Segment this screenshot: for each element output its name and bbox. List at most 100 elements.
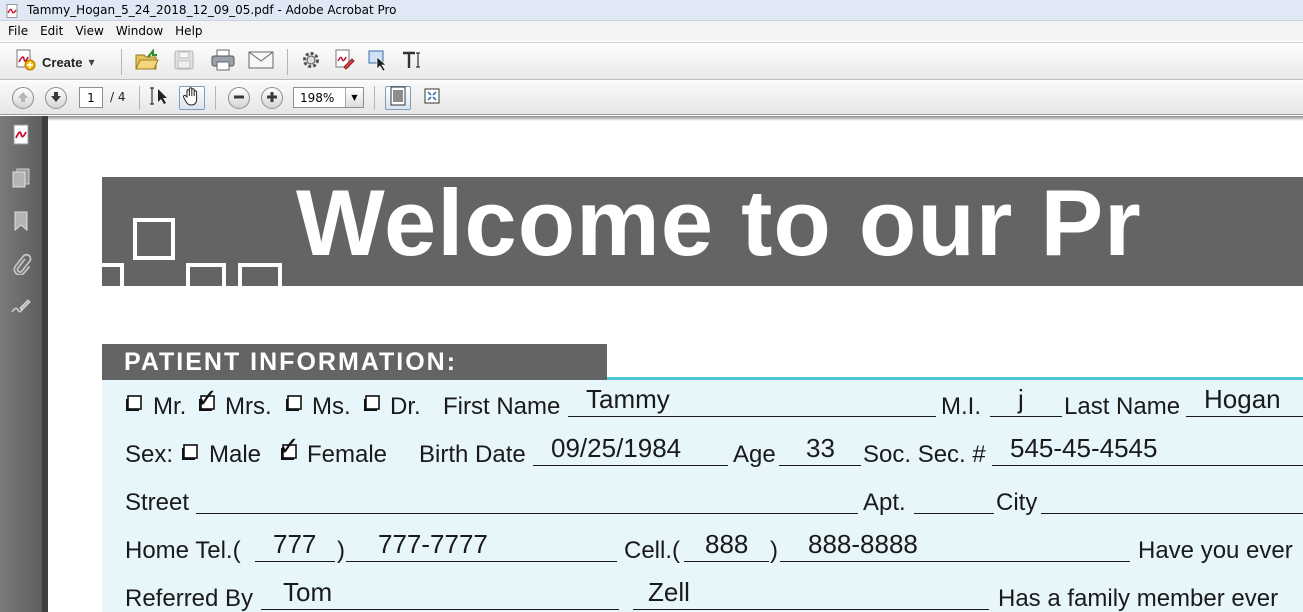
cell-area-code-field[interactable]: 888 bbox=[705, 529, 748, 560]
chevron-down-icon: ▼ bbox=[351, 93, 358, 102]
create-label: Create bbox=[42, 54, 83, 70]
label-ssn: Soc. Sec. # bbox=[863, 441, 986, 468]
cell-number-field[interactable]: 888-8888 bbox=[808, 529, 918, 560]
label-paren-close: ) bbox=[337, 537, 345, 564]
sign-button[interactable] bbox=[333, 49, 357, 74]
last-name-field[interactable]: Hogan bbox=[1204, 384, 1281, 415]
welcome-banner: Welcome to our Pr bbox=[102, 177, 1303, 286]
checkmark-icon: ✓ bbox=[196, 384, 218, 414]
save-button[interactable] bbox=[173, 50, 195, 74]
attachments-button[interactable] bbox=[9, 253, 33, 278]
toolbar-separator bbox=[121, 49, 122, 75]
zoom-out-button[interactable] bbox=[228, 87, 250, 109]
signatures-button[interactable] bbox=[9, 297, 33, 321]
bookmark-icon bbox=[10, 210, 32, 236]
referred-by-first-field[interactable]: Tom bbox=[283, 577, 332, 608]
street-underline[interactable] bbox=[196, 513, 858, 514]
label-sex: Sex: bbox=[125, 441, 174, 468]
decorative-square bbox=[186, 263, 226, 286]
checkbox-mr[interactable] bbox=[125, 395, 143, 413]
birth-date-field[interactable]: 09/25/1984 bbox=[551, 433, 681, 464]
select-object-button[interactable] bbox=[366, 50, 390, 74]
label-home-tel: Home Tel.( bbox=[125, 537, 241, 564]
hand-tool-button[interactable] bbox=[179, 86, 205, 110]
decorative-square bbox=[102, 263, 124, 286]
menu-view[interactable]: View bbox=[69, 24, 109, 38]
save-disk-icon bbox=[174, 50, 194, 74]
menu-file[interactable]: File bbox=[0, 24, 34, 38]
home-area-code-field[interactable]: 777 bbox=[273, 529, 316, 560]
create-button[interactable]: Create ▼ bbox=[10, 49, 99, 75]
document-shadow bbox=[48, 116, 1303, 121]
full-screen-button[interactable] bbox=[420, 86, 444, 110]
home-area-underline bbox=[255, 561, 335, 562]
minus-icon bbox=[232, 89, 246, 108]
page-number-input[interactable] bbox=[79, 87, 103, 108]
referred-first-underline bbox=[261, 609, 619, 610]
checkbox-dr[interactable] bbox=[363, 395, 381, 413]
navigation-toolbar: / 4 ▼ bbox=[0, 81, 1303, 115]
printer-icon bbox=[211, 49, 235, 75]
pages-panel-button[interactable] bbox=[9, 124, 33, 150]
menu-edit[interactable]: Edit bbox=[34, 24, 69, 38]
apt-underline[interactable] bbox=[914, 513, 994, 514]
zoom-level-input[interactable] bbox=[294, 88, 345, 107]
label-has-family: Has a family member ever bbox=[998, 585, 1279, 612]
title-bar: Tammy_Hogan_5_24_2018_12_09_05.pdf - Ado… bbox=[0, 0, 1303, 21]
checkbox-male[interactable] bbox=[181, 444, 199, 462]
menu-bar: File Edit View Window Help bbox=[0, 21, 1303, 41]
birth-date-underline bbox=[533, 465, 728, 466]
mi-field[interactable]: j bbox=[1018, 384, 1024, 415]
menu-window[interactable]: Window bbox=[110, 24, 169, 38]
age-underline bbox=[779, 465, 861, 466]
home-number-underline bbox=[346, 561, 617, 562]
select-tool-button[interactable] bbox=[148, 87, 172, 109]
zoom-combobox[interactable]: ▼ bbox=[293, 87, 364, 108]
last-name-underline bbox=[1186, 416, 1303, 417]
signature-pen-icon bbox=[10, 296, 32, 322]
fit-page-button[interactable] bbox=[385, 86, 411, 110]
city-underline[interactable] bbox=[1041, 513, 1303, 514]
checkbox-ms[interactable] bbox=[285, 395, 303, 413]
previous-page-button[interactable] bbox=[12, 87, 34, 109]
label-female: Female bbox=[307, 441, 388, 468]
banner-title: Welcome to our Pr bbox=[296, 177, 1142, 275]
select-object-icon bbox=[367, 49, 389, 75]
toolbar-separator bbox=[374, 86, 375, 110]
decorative-square bbox=[238, 263, 282, 286]
label-birth-date: Birth Date bbox=[419, 441, 526, 468]
zoom-dropdown-button[interactable]: ▼ bbox=[345, 88, 363, 107]
open-button[interactable] bbox=[134, 48, 160, 74]
email-button[interactable] bbox=[247, 51, 274, 72]
zoom-in-button[interactable] bbox=[261, 87, 283, 109]
print-button[interactable] bbox=[210, 49, 236, 75]
section-header: PATIENT INFORMATION: bbox=[102, 344, 607, 380]
toolbar-separator bbox=[287, 49, 288, 75]
home-number-field[interactable]: 777-7777 bbox=[378, 529, 488, 560]
text-tool-button[interactable] bbox=[400, 51, 424, 73]
label-mrs: Mrs. bbox=[225, 393, 272, 420]
label-mi: M.I. bbox=[941, 393, 981, 420]
age-field[interactable]: 33 bbox=[806, 433, 835, 464]
menu-help[interactable]: Help bbox=[169, 24, 208, 38]
main-toolbar: Create ▼ bbox=[0, 42, 1303, 80]
first-name-underline bbox=[568, 416, 936, 417]
hand-icon bbox=[182, 86, 202, 110]
next-page-button[interactable] bbox=[45, 87, 67, 109]
settings-button[interactable] bbox=[300, 51, 322, 73]
label-dr: Dr. bbox=[390, 393, 421, 420]
ssn-field[interactable]: 545-45-4545 bbox=[1010, 433, 1157, 464]
fit-page-icon bbox=[389, 86, 407, 110]
bookmarks-button[interactable] bbox=[9, 211, 33, 235]
toolbar-separator bbox=[215, 86, 216, 110]
first-name-field[interactable]: Tammy bbox=[586, 384, 670, 415]
label-male: Male bbox=[209, 441, 262, 468]
decorative-square bbox=[133, 218, 175, 260]
pdf-page-icon bbox=[10, 124, 32, 150]
plus-icon bbox=[265, 89, 279, 108]
pdf-document-page[interactable]: Welcome to our Pr PATIENT INFORMATION: M… bbox=[48, 116, 1303, 612]
referred-by-last-field[interactable]: Zell bbox=[648, 577, 690, 608]
page-thumbnails-button[interactable] bbox=[9, 168, 33, 192]
section-title: PATIENT INFORMATION: bbox=[124, 348, 458, 376]
referred-last-underline bbox=[633, 609, 989, 610]
